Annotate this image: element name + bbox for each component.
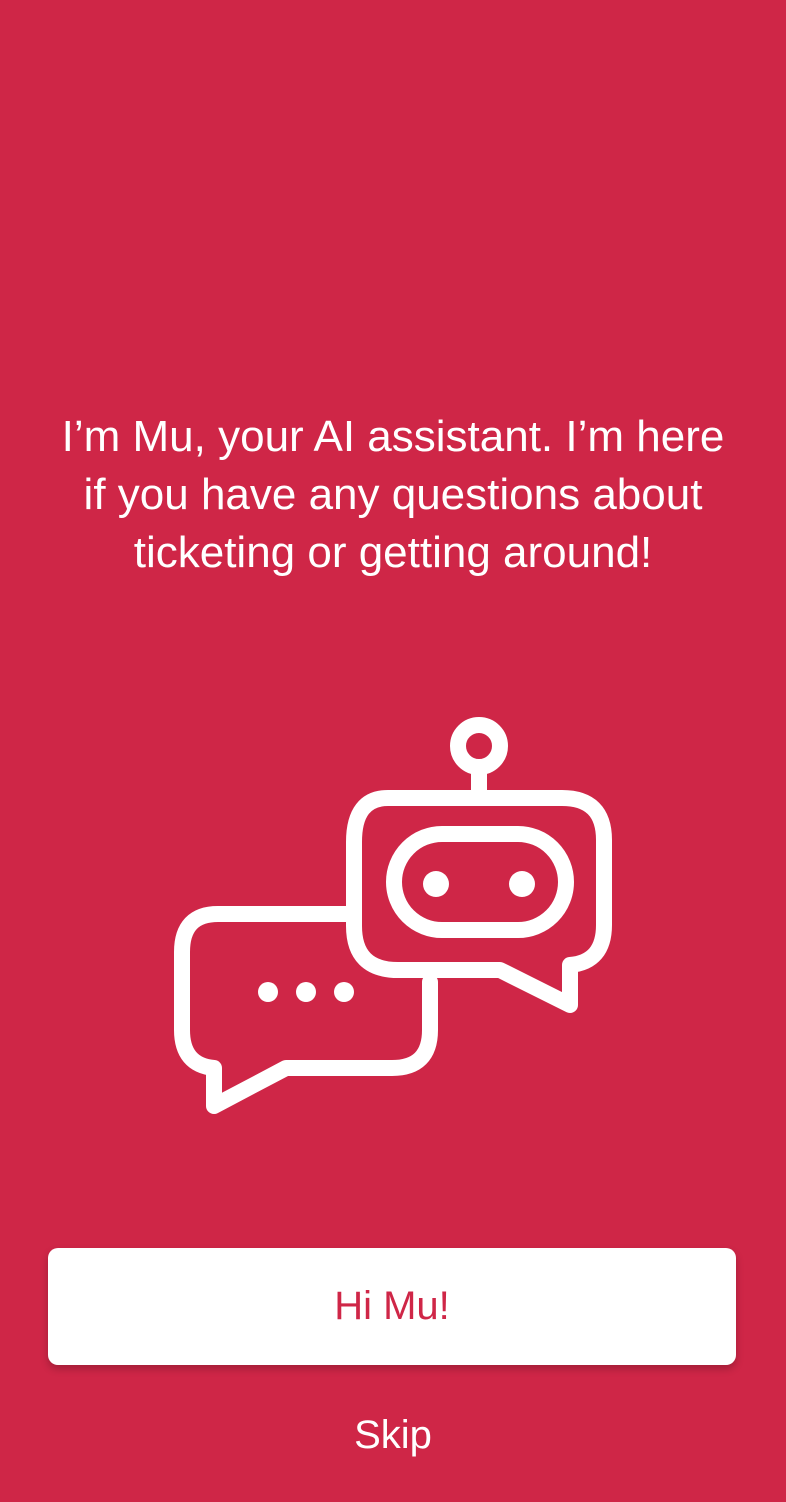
hi-mu-button[interactable]: Hi Mu!	[48, 1248, 736, 1365]
skip-button[interactable]: Skip	[293, 1400, 493, 1470]
robot-chat-icon	[160, 700, 630, 1130]
intro-message: I’m Mu, your AI assistant. I’m here if y…	[61, 412, 725, 577]
